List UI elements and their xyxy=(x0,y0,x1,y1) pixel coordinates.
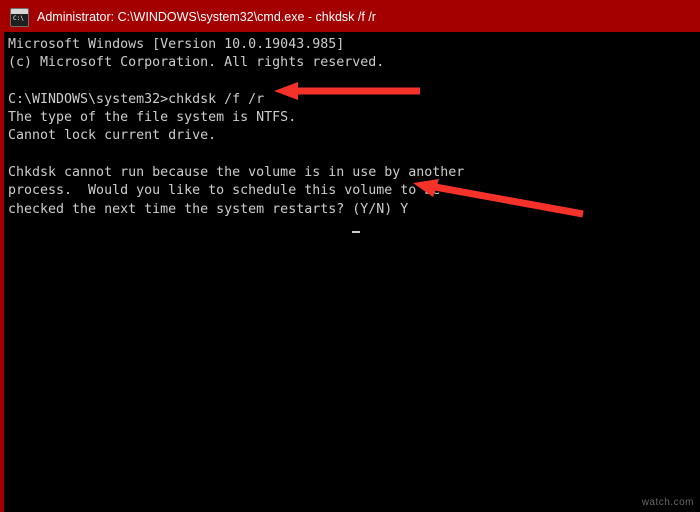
title-bar[interactable]: C:\ Administrator: C:\WINDOWS\system32\c… xyxy=(2,2,700,32)
command-prompt-window: C:\ Administrator: C:\WINDOWS\system32\c… xyxy=(0,0,700,512)
console-text: Microsoft Windows [Version 10.0.19043.98… xyxy=(8,37,465,217)
cursor-holder xyxy=(352,219,360,237)
window-title: Administrator: C:\WINDOWS\system32\cmd.e… xyxy=(37,10,376,24)
screenshot-root: C:\ Administrator: C:\WINDOWS\system32\c… xyxy=(0,0,700,512)
block-cursor xyxy=(352,231,360,233)
watermark: watch.com xyxy=(641,497,694,508)
cmd-icon: C:\ xyxy=(10,7,29,27)
console-output-area[interactable]: Microsoft Windows [Version 10.0.19043.98… xyxy=(4,32,700,512)
